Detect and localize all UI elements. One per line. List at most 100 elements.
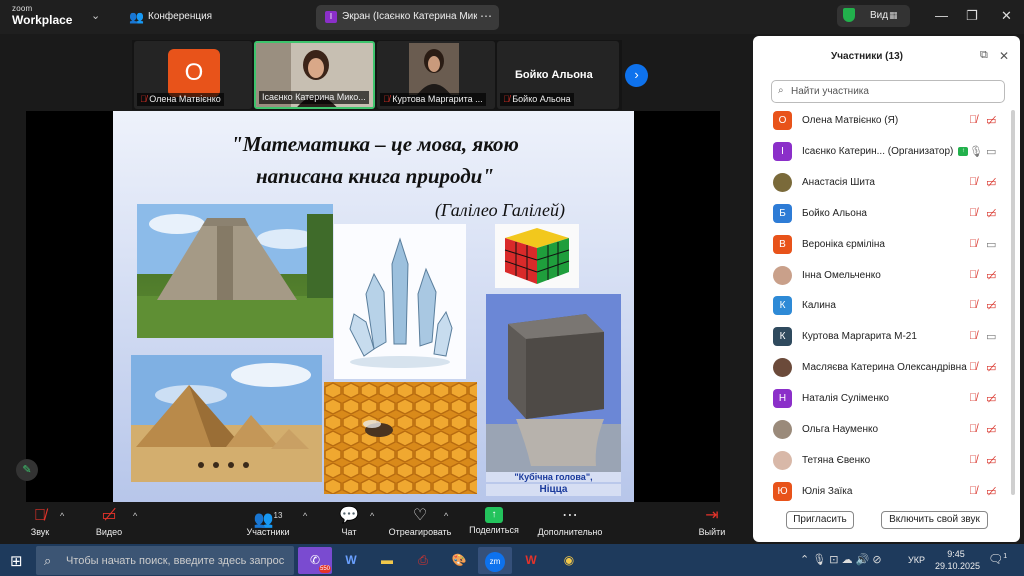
- camera-off-icon: ▭̸: [986, 176, 997, 189]
- windows-start-icon[interactable]: ⊞: [10, 552, 23, 570]
- slide-author: (Галілео Галілей): [434, 200, 566, 220]
- popout-icon[interactable]: ⧉: [980, 49, 988, 62]
- meeting-tab[interactable]: Конференция: [148, 11, 212, 22]
- camera-off-icon: ▭̸: [986, 300, 997, 313]
- chat-button[interactable]: 💬 Чат: [335, 507, 363, 537]
- viber-app-icon[interactable]: ✆ 550: [298, 547, 332, 574]
- paint-app-icon[interactable]: 🎨: [442, 547, 476, 574]
- participants-options-caret[interactable]: ^: [303, 511, 307, 521]
- participant-name-text: Куртова Маргарита М-21: [802, 331, 917, 343]
- participant-name-text: Бойко Альона: [802, 207, 867, 219]
- chat-options-caret[interactable]: ^: [370, 511, 374, 521]
- video-label: Видео: [95, 527, 123, 537]
- participant-name: Ольга Науменко: [802, 424, 878, 435]
- audio-options-caret[interactable]: ^: [60, 511, 64, 521]
- egyptian-pyramids-photo: [131, 355, 322, 482]
- leave-button[interactable]: ⇥ Выйти: [696, 507, 728, 537]
- notification-icon[interactable]: 🗨1: [988, 552, 1007, 566]
- participant-row[interactable]: Інна Омельченко 🎙̸ ▭̸: [757, 261, 1007, 291]
- video-tile-active-speaker[interactable]: Ісаєнко Катерина Мико...: [254, 41, 375, 109]
- chevron-down-icon[interactable]: ⌄: [91, 9, 100, 22]
- more-icon[interactable]: ⋯: [480, 9, 492, 23]
- camera-off-icon: ▭̸: [986, 393, 997, 406]
- zoom-app-icon[interactable]: zm: [478, 547, 512, 574]
- viber-badge: 550: [318, 565, 331, 573]
- more-button[interactable]: ⋯ Дополнительно: [534, 507, 606, 537]
- word-app-icon[interactable]: W: [334, 547, 368, 574]
- cubic-head-sculpture-photo: [486, 294, 621, 472]
- share-button[interactable]: ↑ Поделиться: [467, 507, 521, 535]
- video-tile[interactable]: 🎙̸ Куртова Маргарита ...: [377, 41, 495, 109]
- video-tile[interactable]: Бойко Альона 🎙̸ Бойко Альона: [497, 41, 619, 109]
- chrome-app-icon[interactable]: ◉: [552, 547, 586, 574]
- video-options-caret[interactable]: ^: [133, 511, 137, 521]
- close-icon[interactable]: ✕: [999, 49, 1009, 63]
- avatar: В: [773, 234, 792, 254]
- participant-row[interactable]: Ольга Науменко 🎙̸ ▭̸: [757, 415, 1007, 445]
- mic-muted-icon: 🎙̸: [969, 484, 978, 497]
- participant-row[interactable]: О Олена Матвієнко (Я) 🎙̸ ▭̸: [757, 106, 1007, 136]
- minimize-icon[interactable]: —: [935, 8, 948, 23]
- participants-button[interactable]: 👥13 Участники: [243, 507, 293, 537]
- participant-name: Ісаєнко Катерин... (Организатор) ↑: [802, 146, 969, 157]
- wps-app-icon[interactable]: W: [514, 547, 548, 574]
- avatar: Н: [773, 389, 792, 409]
- camera-off-icon: ▭̸: [986, 362, 997, 375]
- tile-display-name: Бойко Альона: [515, 69, 593, 81]
- mic-muted-icon: 🎙̸: [140, 94, 147, 104]
- participant-row[interactable]: І Ісаєнко Катерин... (Организатор) ↑ 🎙 ▭: [757, 137, 1007, 167]
- react-options-caret[interactable]: ^: [444, 511, 448, 521]
- search-icon: ⌕: [44, 553, 52, 568]
- participant-row[interactable]: Тетяна Євенко 🎙̸ ▭̸: [757, 446, 1007, 476]
- participant-row[interactable]: Ю Юлія Заїка 🎙̸ ▭̸: [757, 477, 1007, 507]
- participant-name-text: Ольга Науменко: [802, 424, 879, 435]
- participant-row[interactable]: Н Наталія Суліменко 🎙̸ ▭̸: [757, 384, 1007, 414]
- sculpture-location: Ніцца: [486, 484, 621, 496]
- participant-name: Тетяна Євенко: [802, 455, 870, 466]
- participant-name: Масляєва Катерина Олександрівна: [802, 362, 967, 373]
- unmute-self-button[interactable]: Включить свой звук: [881, 511, 988, 529]
- participant-name: Юлія Заїка: [802, 486, 852, 497]
- tile-name: Куртова Маргарита ...: [392, 94, 483, 104]
- zoom-window: zoom Workplace ⌄ 👥 Конференция I Экран (…: [0, 0, 1024, 576]
- language-indicator[interactable]: УКР: [908, 555, 925, 565]
- react-label: Отреагировать: [388, 527, 452, 537]
- participant-row[interactable]: Анастасія Шита 🎙̸ ▭̸: [757, 168, 1007, 198]
- close-icon[interactable]: ✕: [1001, 8, 1012, 24]
- panel-title: Участники (13): [831, 51, 903, 62]
- participant-name: Вероніка єрміліна: [802, 239, 885, 250]
- camera-off-icon: ▭̸: [986, 269, 997, 282]
- screen-share-tab-title: Экран (Ісаєнко Катерина Микол: [342, 11, 477, 22]
- video-button[interactable]: ▭̸ Видео: [93, 507, 125, 537]
- mic-muted-icon: 🎙̸: [969, 453, 978, 466]
- annotate-pen-button[interactable]: ✎: [16, 459, 38, 481]
- search-input[interactable]: [791, 84, 996, 98]
- more-label: Дополнительно: [537, 527, 603, 537]
- video-tile[interactable]: О 🎙̸ Олена Матвієнко: [134, 41, 252, 109]
- audio-label: Звук: [30, 527, 50, 537]
- participant-name-text: Масляєва Катерина Олександрівна: [802, 362, 967, 374]
- invite-button[interactable]: Пригласить: [786, 511, 854, 529]
- mic-muted-icon: 🎙̸: [969, 237, 978, 250]
- clock[interactable]: 9:45 29.10.2025: [935, 548, 980, 572]
- participant-row[interactable]: В Вероніка єрміліна 🎙̸ ▭: [757, 230, 1007, 260]
- audio-button[interactable]: 🎙̸ Звук: [24, 507, 56, 537]
- time: 9:45: [947, 549, 965, 559]
- restore-icon[interactable]: ❐: [966, 8, 978, 24]
- camera-off-icon: ▭̸: [101, 507, 117, 524]
- participant-row[interactable]: Масляєва Катерина Олександрівна 🎙̸ ▭̸: [757, 353, 1007, 383]
- avatar: Б: [773, 203, 792, 223]
- participant-row[interactable]: Б Бойко Альона 🎙̸ ▭̸: [757, 199, 1007, 229]
- next-page-button[interactable]: ›: [625, 64, 648, 87]
- pdf-reader-icon[interactable]: ⎙: [406, 547, 440, 574]
- scrollbar[interactable]: [1011, 110, 1015, 495]
- participant-name-text: Інна Омельченко: [802, 269, 881, 281]
- tile-name-label: 🎙̸ Олена Матвієнко: [137, 93, 224, 106]
- participant-row[interactable]: К Куртова Маргарита М-21 🎙̸ ▭: [757, 322, 1007, 352]
- system-tray[interactable]: ⌃ 🎙 ⊡ ☁ 🔊 ⊘: [800, 553, 882, 566]
- screen-share-badge-icon: ↑: [958, 146, 969, 156]
- mic-muted-icon: 🎙̸: [969, 361, 978, 374]
- file-explorer-icon[interactable]: ▬: [370, 547, 404, 574]
- participant-row[interactable]: К Калина 🎙̸ ▭̸: [757, 291, 1007, 321]
- camera-icon: ▭: [986, 145, 997, 158]
